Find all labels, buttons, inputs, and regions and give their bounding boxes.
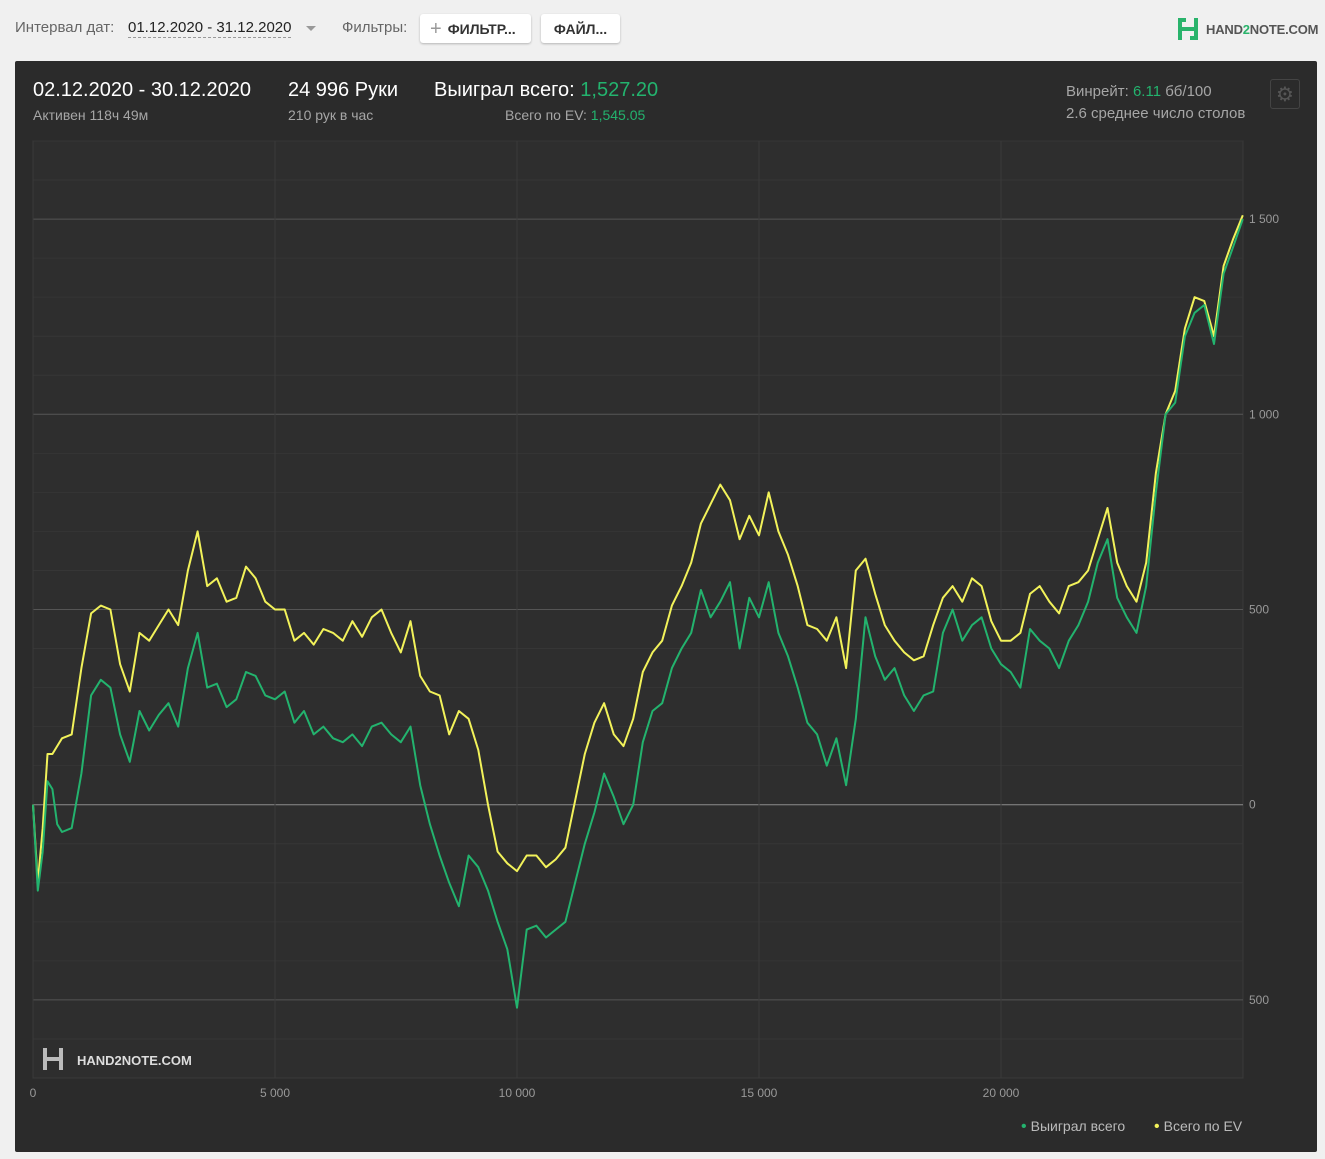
filter-button-label: ФИЛЬТР... bbox=[447, 20, 516, 37]
x-tick-label: 20 000 bbox=[983, 1086, 1020, 1100]
legend-dot-icon: • bbox=[1021, 1118, 1027, 1135]
logo-text: HAND2NOTE.COM bbox=[1206, 21, 1319, 37]
x-tick-label: 0 bbox=[30, 1086, 37, 1100]
y-tick-label: 0 bbox=[1249, 798, 1256, 812]
legend-won[interactable]: • Выиграл всего bbox=[1021, 1118, 1125, 1136]
chevron-down-icon[interactable] bbox=[306, 26, 316, 31]
date-interval-select[interactable]: 01.12.2020 - 31.12.2020 bbox=[128, 19, 292, 38]
y-tick-label: 1 500 bbox=[1249, 212, 1279, 226]
y-tick-label: 500 bbox=[1249, 603, 1269, 617]
legend-ev-label: Всего по EV bbox=[1163, 1118, 1243, 1134]
filter-button[interactable]: + ФИЛЬТР... bbox=[420, 14, 531, 43]
legend-ev[interactable]: • Всего по EV bbox=[1154, 1118, 1242, 1136]
legend-dot-icon: • bbox=[1154, 1118, 1160, 1135]
toolbar: Интервал дат: 01.12.2020 - 31.12.2020 Фи… bbox=[0, 0, 1325, 58]
y-tick-label: 1 000 bbox=[1249, 407, 1279, 421]
profit-chart: 1 500 1 000 500 0 500 0 5 000 10 000 15 000 20 00… bbox=[30, 140, 1279, 1100]
y-tick-label: 500 bbox=[1249, 993, 1269, 1007]
file-button[interactable]: ФАЙЛ... bbox=[541, 14, 620, 43]
plus-icon: + bbox=[430, 17, 442, 40]
watermark-text: HAND2NOTE.COM bbox=[77, 1053, 192, 1068]
x-tick-label: 5 000 bbox=[260, 1086, 290, 1100]
x-tick-label: 10 000 bbox=[499, 1086, 536, 1100]
hand2note-logo[interactable]: HAND2NOTE.COM bbox=[1176, 16, 1318, 42]
legend-won-label: Выиграл всего bbox=[1030, 1118, 1126, 1134]
x-tick-label: 15 000 bbox=[741, 1086, 778, 1100]
graph-panel: 02.12.2020 - 30.12.2020 Активен 118ч 49м… bbox=[15, 61, 1317, 1152]
date-interval-label: Интервал дат: bbox=[15, 19, 115, 36]
file-button-label: ФАЙЛ... bbox=[553, 20, 608, 37]
h-logo-icon bbox=[1178, 18, 1198, 40]
filters-label: Фильтры: bbox=[342, 19, 408, 36]
